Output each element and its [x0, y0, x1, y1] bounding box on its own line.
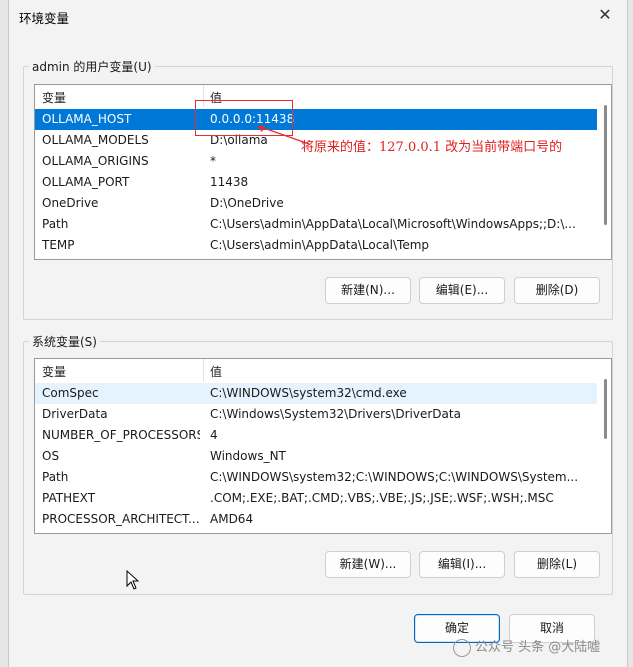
system-variable-row[interactable]: DriverData C:\Windows\System32\Drivers\Dr…: [35, 404, 597, 425]
user-variable-row[interactable]: Path C:\Users\admin\AppData\Local\Microso…: [35, 214, 597, 235]
user-list-scrollbar[interactable]: [597, 85, 611, 259]
user-variable-row[interactable]: OLLAMA_HOST 0.0.0.0:11438: [35, 109, 597, 130]
user-variables-list[interactable]: 变量 值 OLLAMA_HOST 0.0.0.0:11438 OLLAMA_MODE…: [34, 84, 612, 260]
system-list-scrollbar[interactable]: [597, 359, 611, 533]
variable-value: Windows_NT: [210, 449, 286, 463]
variable-value: C:\WINDOWS\system32\cmd.exe: [210, 386, 407, 400]
scrollbar-thumb[interactable]: [604, 379, 607, 439]
variable-name: ComSpec: [42, 386, 99, 400]
user-variable-row[interactable]: TEMP C:\Users\admin\AppData\Local\Temp: [35, 235, 597, 256]
variable-name: OLLAMA_ORIGINS: [42, 154, 149, 168]
variable-value: 11438: [210, 175, 249, 189]
variable-value: AMD64: [210, 512, 254, 526]
variable-value: C:\Windows\System32\Drivers\DriverData: [210, 407, 461, 421]
window-title: 环境变量: [19, 11, 70, 26]
user-col-variable[interactable]: 变量: [42, 89, 66, 106]
user-variable-row[interactable]: OLLAMA_PORT 11438: [35, 172, 597, 193]
user-edit-button[interactable]: 编辑(E)...: [419, 277, 505, 304]
user-variables-label: admin 的用户变量(U): [29, 58, 155, 75]
user-list-header: 变量 值: [35, 85, 611, 107]
watermark-text: 公众号 头条 @大陆嘘: [475, 640, 601, 655]
user-variable-row[interactable]: OneDrive D:\OneDrive: [35, 193, 597, 214]
system-variable-row[interactable]: PATHEXT .COM;.EXE;.BAT;.CMD;.VBS;.VBE;.JS…: [35, 488, 597, 509]
system-variables-label: 系统变量(S): [29, 333, 100, 350]
system-delete-button[interactable]: 删除(L): [514, 551, 600, 578]
system-list-header: 变量 值: [35, 359, 611, 381]
user-new-button[interactable]: 新建(N)...: [325, 277, 411, 304]
system-variable-row[interactable]: NUMBER_OF_PROCESSORS 4: [35, 425, 597, 446]
system-variables-list[interactable]: 变量 值 ComSpec C:\WINDOWS\system32\cmd.exe D…: [34, 358, 612, 534]
system-new-button[interactable]: 新建(W)...: [325, 551, 411, 578]
variable-value: C:\Users\admin\AppData\Local\Temp: [210, 238, 430, 252]
annotation-text: 将原来的值：127.0.0.1 改为当前带端口号的: [301, 140, 563, 155]
watermark: 公众号 头条 @大陆嘘: [453, 636, 600, 657]
variable-name: Path: [42, 217, 69, 231]
user-delete-button[interactable]: 删除(D): [514, 277, 600, 304]
system-edit-button[interactable]: 编辑(I)...: [419, 551, 505, 578]
mouse-cursor-icon: [126, 570, 140, 590]
variable-value: D:\OneDrive: [210, 196, 284, 210]
variable-value: C:\Users\admin\AppData\Local\Microsoft\W…: [210, 217, 576, 231]
variable-name: Path: [42, 470, 69, 484]
variable-name: OneDrive: [42, 196, 99, 210]
variable-value: .COM;.EXE;.BAT;.CMD;.VBS;.VBE;.JS;.JSE;.…: [210, 491, 554, 505]
scrollbar-thumb[interactable]: [604, 105, 607, 225]
variable-name: OLLAMA_PORT: [42, 175, 130, 189]
variable-name: OLLAMA_HOST: [42, 112, 132, 126]
variable-value: C:\WINDOWS\system32;C:\WINDOWS;C:\WINDOW…: [210, 470, 579, 484]
system-variable-row[interactable]: OS Windows_NT: [35, 446, 597, 467]
system-variable-row[interactable]: ComSpec C:\WINDOWS\system32\cmd.exe: [35, 383, 597, 404]
title-bar: 环境变量 ✕: [9, 0, 627, 32]
variable-name: OS: [42, 449, 60, 463]
system-variable-row[interactable]: PROCESSOR_ARCHITECT... AMD64: [35, 509, 597, 530]
variable-name: TEMP: [42, 238, 75, 252]
system-variable-row[interactable]: Path C:\WINDOWS\system32;C:\WINDOWS;C:\WI…: [35, 467, 597, 488]
column-separator[interactable]: [203, 359, 204, 381]
close-icon[interactable]: ✕: [593, 4, 617, 26]
variable-value: 4: [210, 428, 218, 442]
variable-name: NUMBER_OF_PROCESSORS: [42, 428, 200, 442]
system-col-value[interactable]: 值: [210, 363, 222, 380]
environment-variables-dialog: 环境变量 ✕ admin 的用户变量(U) 变量 值 OLLAMA_HOST 0.…: [8, 0, 628, 667]
variable-name: PROCESSOR_ARCHITECT...: [42, 512, 200, 526]
watermark-logo-icon: [453, 638, 471, 657]
variable-name: OLLAMA_MODELS: [42, 133, 149, 147]
system-col-variable[interactable]: 变量: [42, 363, 66, 380]
variable-name: PATHEXT: [42, 491, 96, 505]
variable-name: DriverData: [42, 407, 108, 421]
